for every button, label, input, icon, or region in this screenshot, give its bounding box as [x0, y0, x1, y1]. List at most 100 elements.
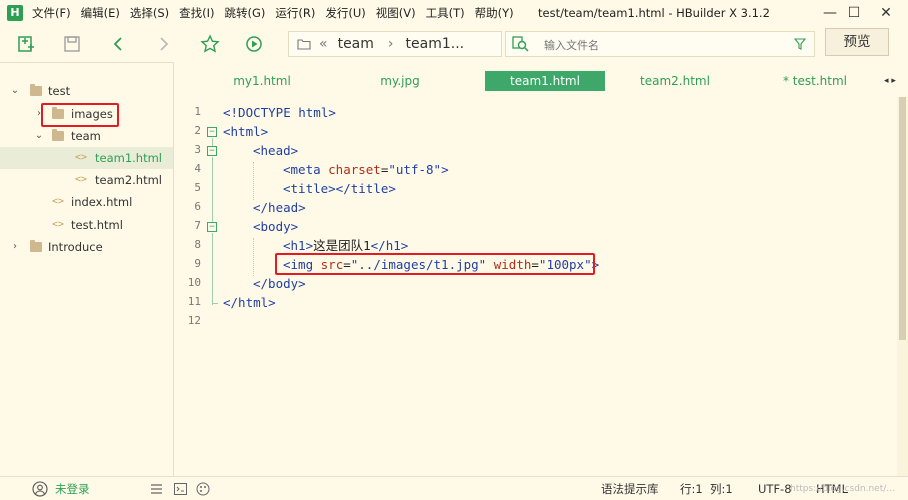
login-status[interactable]: 未登录: [55, 477, 90, 500]
path-breadcrumb[interactable]: « team › team1...: [288, 31, 502, 57]
window-title: test/team/team1.html - HBuilder X 3.1.2: [538, 6, 770, 20]
close-button[interactable]: ✕: [864, 0, 908, 26]
tab-my-jpg[interactable]: my.jpg: [335, 71, 465, 91]
tree-item-label: Introduce: [48, 240, 103, 254]
palette-icon[interactable]: [196, 482, 210, 496]
syntax-hint-library[interactable]: 语法提示库: [601, 477, 659, 500]
back-icon: [113, 37, 122, 51]
run-button[interactable]: [240, 30, 268, 58]
menu-view[interactable]: 视图(V): [376, 0, 416, 26]
line-number: 3: [194, 143, 201, 156]
menu-edit[interactable]: 编辑(E): [81, 0, 120, 26]
scrollbar-thumb[interactable]: [899, 97, 906, 340]
fold-toggle-icon[interactable]: −: [207, 222, 217, 232]
favorite-button[interactable]: [196, 30, 224, 58]
toolbar: « team › team1... 预览: [0, 26, 908, 62]
line-number: 2: [194, 124, 201, 137]
code-editor[interactable]: 1 2 3 4 5 6 7 8 9 10 11 12 − − − <!DOCTY…: [175, 97, 897, 476]
tree-item-team[interactable]: ⌄ team: [0, 125, 173, 147]
code-line-3: <head>: [253, 141, 298, 160]
line-number: 10: [187, 276, 201, 289]
app-logo-icon: H: [7, 5, 23, 21]
tree-item-label: test.html: [71, 218, 123, 232]
tab-team2-html[interactable]: team2.html: [615, 71, 735, 91]
menu-run[interactable]: 运行(R): [275, 0, 315, 26]
tree-item-index[interactable]: <> index.html: [0, 191, 173, 213]
search-input[interactable]: [544, 36, 784, 54]
fold-guide: [212, 138, 213, 146]
tree-item-label: team2.html: [95, 173, 163, 187]
filter-icon[interactable]: [794, 38, 806, 50]
save-button[interactable]: [58, 30, 86, 58]
terminal-icon[interactable]: [174, 483, 187, 495]
tree-item-team2[interactable]: <> team2.html: [0, 169, 173, 191]
fold-toggle-icon[interactable]: −: [207, 127, 217, 137]
run-icon: [246, 36, 262, 52]
user-avatar-icon[interactable]: [32, 481, 48, 497]
watermark: https://blog.csdn.net/…: [790, 484, 896, 494]
file-search-box: [505, 31, 815, 57]
project-folder-icon: [30, 240, 42, 252]
tree-item-label: team: [71, 129, 101, 143]
highlight-box: [41, 103, 119, 127]
fold-toggle-icon[interactable]: −: [207, 146, 217, 156]
tree-item-label: test: [48, 84, 71, 98]
cursor-column[interactable]: 列:1: [710, 477, 733, 500]
line-number: 12: [187, 314, 201, 327]
code-token: </html>: [223, 295, 276, 310]
code-token: charset: [328, 162, 381, 177]
chevron-down-icon[interactable]: ⌄: [9, 80, 21, 102]
encoding-selector[interactable]: UTF-8: [758, 477, 792, 500]
fold-guide: [212, 157, 213, 222]
menu-bar: 文件(F) 编辑(E) 选择(S) 查找(I) 跳转(G) 运行(R) 发行(U…: [32, 0, 524, 26]
breadcrumb-chevron-icon: ›: [387, 36, 394, 52]
code-token: <!DOCTYPE html>: [223, 105, 336, 120]
menu-help[interactable]: 帮助(Y): [475, 0, 514, 26]
breadcrumb-team1[interactable]: team1...: [406, 36, 465, 52]
code-token: <body>: [253, 219, 299, 234]
menu-find[interactable]: 查找(I): [179, 0, 214, 26]
line-number: 8: [194, 238, 201, 251]
tab-team1-html[interactable]: team1.html: [485, 71, 605, 91]
code-line-5: <title></title>: [283, 179, 396, 198]
list-icon[interactable]: [150, 483, 163, 495]
tree-item-introduce[interactable]: › Introduce: [0, 236, 173, 258]
favorite-icon: [200, 34, 220, 53]
code-token: <title></title>: [283, 181, 396, 196]
html-file-icon: <>: [52, 219, 65, 230]
menu-select[interactable]: 选择(S): [130, 0, 169, 26]
back-button[interactable]: [104, 30, 132, 58]
tab-test-html[interactable]: * test.html: [755, 71, 875, 91]
line-number: 4: [194, 162, 201, 175]
tree-item-label: index.html: [71, 195, 133, 209]
new-file-icon: [18, 36, 34, 52]
code-token: <html>: [223, 124, 269, 139]
html-file-icon: <>: [52, 196, 65, 207]
code-line-11: </html>: [223, 293, 276, 312]
breadcrumb-team[interactable]: team: [338, 36, 374, 52]
fold-guide: [212, 233, 213, 305]
chevron-down-icon[interactable]: ⌄: [33, 125, 45, 147]
menu-publish[interactable]: 发行(U): [325, 0, 365, 26]
cursor-line[interactable]: 行:1: [680, 477, 703, 500]
code-token: "utf-8": [388, 162, 442, 177]
menu-tools[interactable]: 工具(T): [426, 0, 465, 26]
chevron-right-icon[interactable]: ›: [9, 236, 21, 258]
line-number: 9: [194, 257, 201, 270]
menu-file[interactable]: 文件(F): [32, 0, 71, 26]
code-token: </body>: [253, 276, 306, 291]
tab-scroll-arrows-icon[interactable]: ◂ ▸: [884, 71, 896, 91]
code-line-2: <html>: [223, 122, 268, 141]
vertical-scrollbar[interactable]: [897, 97, 908, 476]
tree-item-label: team1.html: [95, 151, 163, 165]
tree-item-team1[interactable]: <> team1.html: [0, 147, 173, 169]
html-file-icon: <>: [75, 174, 88, 185]
forward-button[interactable]: [150, 30, 178, 58]
menu-goto[interactable]: 跳转(G): [225, 0, 266, 26]
tab-my1-html[interactable]: my1.html: [195, 71, 329, 91]
tree-item-test-html[interactable]: <> test.html: [0, 214, 173, 236]
new-file-button[interactable]: [12, 30, 40, 58]
folder-icon: [52, 129, 64, 141]
tree-item-test[interactable]: ⌄ test: [0, 80, 173, 102]
preview-button[interactable]: 预览: [825, 28, 889, 56]
